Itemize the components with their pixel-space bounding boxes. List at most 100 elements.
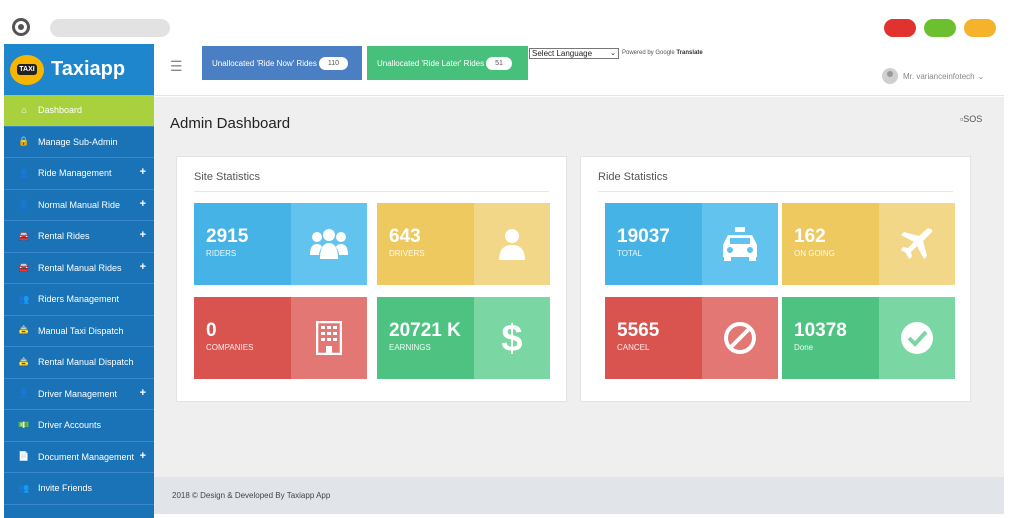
stat-label: TOTAL [617, 249, 643, 258]
stat-label: DRIVERS [389, 249, 425, 258]
powered-by-google-translate[interactable]: Powered by Google Translate [622, 50, 703, 56]
user-icon: 👤 [18, 199, 30, 210]
user-icon: 👤 [18, 167, 30, 178]
stat-value: 162 [794, 226, 826, 247]
sidebar-item-label: Driver Accounts [38, 420, 102, 431]
sidebar-item-manual-taxi-dispatch[interactable]: 🚖 Manual Taxi Dispatch [4, 316, 154, 347]
sidebar-item-normal-manual-ride[interactable]: 👤 Normal Manual Ride + [4, 190, 154, 221]
sidebar-item-rental-manual-dispatch[interactable]: 🚖 Rental Manual Dispatch [4, 347, 154, 379]
window-close-button[interactable] [884, 19, 916, 37]
sidebar-menu: ⌂ Dashboard 🔒 Manage Sub-Admin 👤 Ride Managem… [4, 95, 154, 505]
lock-icon: 🔒 [18, 136, 30, 147]
brand-name: Taxiapp [51, 58, 126, 80]
sidebar-item-label: Rental Manual Dispatch [38, 357, 134, 368]
divider [598, 191, 953, 192]
stat-label: RIDERS [206, 249, 237, 258]
site-statistics-panel: Site Statistics 2915 RIDERS 643 DRIVERS 0 COM… [176, 156, 567, 402]
plus-icon[interactable]: + [140, 198, 146, 210]
unallocated-ride-now-button[interactable]: Unallocated 'Ride Now' Rides 110 [202, 46, 362, 80]
stat-card-text: 19037 TOTAL [605, 203, 702, 285]
sidebar-item-label: Driver Management [38, 388, 118, 399]
sidebar: TAXI Taxiapp ⌂ Dashboard 🔒 Manage Sub-Admin… [4, 44, 154, 518]
unallocated-ride-later-button[interactable]: Unallocated 'Ride Later' Rides 51 [367, 46, 528, 80]
users-icon: 👥 [18, 482, 30, 493]
file-icon: 📄 [18, 451, 30, 462]
sidebar-item-rental-rides[interactable]: 🚘 Rental Rides + [4, 221, 154, 253]
browser-logo-icon [12, 18, 30, 36]
main-content: Admin Dashboard ▫SOS Site Statistics 291… [154, 97, 1004, 477]
footer: 2018 © Design & Developed By Taxiapp App [154, 477, 1004, 514]
stat-card-on-going[interactable]: 162 ON GOING [782, 203, 955, 285]
chevron-down-icon: ⌄ [977, 71, 985, 81]
sidebar-item-driver-management[interactable]: 👤 Driver Management + [4, 379, 154, 410]
stat-card-text: 2915 RIDERS [194, 203, 291, 285]
sidebar-item-label: Ride Management [38, 168, 112, 179]
taxi-icon: 🚖 [18, 356, 30, 367]
building-icon [291, 297, 367, 379]
car-icon: 🚘 [18, 262, 30, 273]
panel-title: Ride Statistics [598, 171, 668, 183]
taxi-icon [702, 203, 778, 285]
stat-label: CANCEL [617, 343, 650, 352]
sidebar-item-document-management[interactable]: 📄 Document Management + [4, 442, 154, 473]
home-icon: ⌂ [21, 105, 27, 116]
check-circle-icon [879, 297, 955, 379]
sidebar-item-label: Invite Friends [38, 483, 93, 494]
ride-later-count-badge: 51 [486, 56, 512, 70]
stat-value: 0 [206, 320, 217, 341]
stat-card-text: 20721 K EARNINGS [377, 297, 474, 379]
stat-card-done[interactable]: 10378 Done [782, 297, 955, 379]
plus-icon[interactable]: + [140, 261, 146, 273]
user-name: Mr. varianceinfotech [903, 71, 975, 81]
stat-card-drivers[interactable]: 643 DRIVERS [377, 203, 550, 285]
stat-label: EARNINGS [389, 343, 431, 352]
stat-card-total[interactable]: 19037 TOTAL [605, 203, 778, 285]
plus-icon[interactable]: + [140, 387, 146, 399]
stat-card-earnings[interactable]: 20721 K EARNINGS $ [377, 297, 550, 379]
plane-icon [879, 203, 955, 285]
taxi-icon: 🚖 [18, 325, 30, 336]
stat-card-text: 5565 CANCEL [605, 297, 702, 379]
user-icon: 👤 [18, 388, 30, 399]
sidebar-item-label: Manage Sub-Admin [38, 136, 118, 147]
window-maximize-button[interactable] [924, 19, 956, 37]
money-icon: 💵 [18, 419, 30, 430]
stat-card-companies[interactable]: 0 COMPANIES [194, 297, 367, 379]
sidebar-item-ride-management[interactable]: 👤 Ride Management + [4, 158, 154, 190]
page-title: Admin Dashboard [170, 115, 291, 132]
plus-icon[interactable]: + [140, 166, 146, 178]
sidebar-item-manage-sub-admin[interactable]: 🔒 Manage Sub-Admin [4, 127, 154, 158]
language-select-value: Select Language [532, 49, 593, 58]
stat-card-riders[interactable]: 2915 RIDERS [194, 203, 367, 285]
window-minimize-button[interactable] [964, 19, 996, 37]
ride-later-label: Unallocated 'Ride Later' Rides [377, 58, 485, 68]
stat-label: Done [794, 343, 814, 352]
ban-icon [702, 297, 778, 379]
plus-icon[interactable]: + [140, 450, 146, 462]
stat-value: 10378 [794, 320, 847, 341]
user-menu[interactable]: Mr. varianceinfotech ⌄ [882, 68, 984, 84]
topbar: ☰ Unallocated 'Ride Now' Rides 110 Unall… [154, 44, 1004, 96]
sidebar-item-driver-accounts[interactable]: 💵 Driver Accounts [4, 410, 154, 442]
stat-value: 20721 K [389, 320, 461, 341]
stat-value: 5565 [617, 320, 660, 341]
sidebar-item-riders-management[interactable]: 👥 Riders Management [4, 284, 154, 316]
address-bar[interactable] [50, 19, 170, 37]
language-select[interactable]: Select Language ⌄ [529, 48, 619, 59]
stat-card-text: 162 ON GOING [782, 203, 879, 285]
panel-title: Site Statistics [194, 171, 261, 183]
sidebar-item-dashboard[interactable]: ⌂ Dashboard [4, 95, 154, 127]
hamburger-menu-icon[interactable]: ☰ [170, 58, 183, 75]
user-icon [474, 203, 550, 285]
stat-card-text: 643 DRIVERS [377, 203, 474, 285]
sidebar-item-rental-manual-rides[interactable]: 🚘 Rental Manual Rides + [4, 253, 154, 284]
ride-now-label: Unallocated 'Ride Now' Rides [212, 58, 317, 68]
stat-card-text: 0 COMPANIES [194, 297, 291, 379]
sidebar-item-invite-friends[interactable]: 👥 Invite Friends [4, 473, 154, 505]
plus-icon[interactable]: + [140, 229, 146, 241]
stat-card-cancel[interactable]: 5565 CANCEL [605, 297, 778, 379]
sos-image[interactable]: ▫SOS [960, 114, 982, 124]
sidebar-item-label: Rental Rides [38, 231, 90, 242]
brand-logo[interactable]: TAXI Taxiapp [4, 44, 154, 95]
sidebar-item-label: Rental Manual Rides [38, 262, 122, 273]
